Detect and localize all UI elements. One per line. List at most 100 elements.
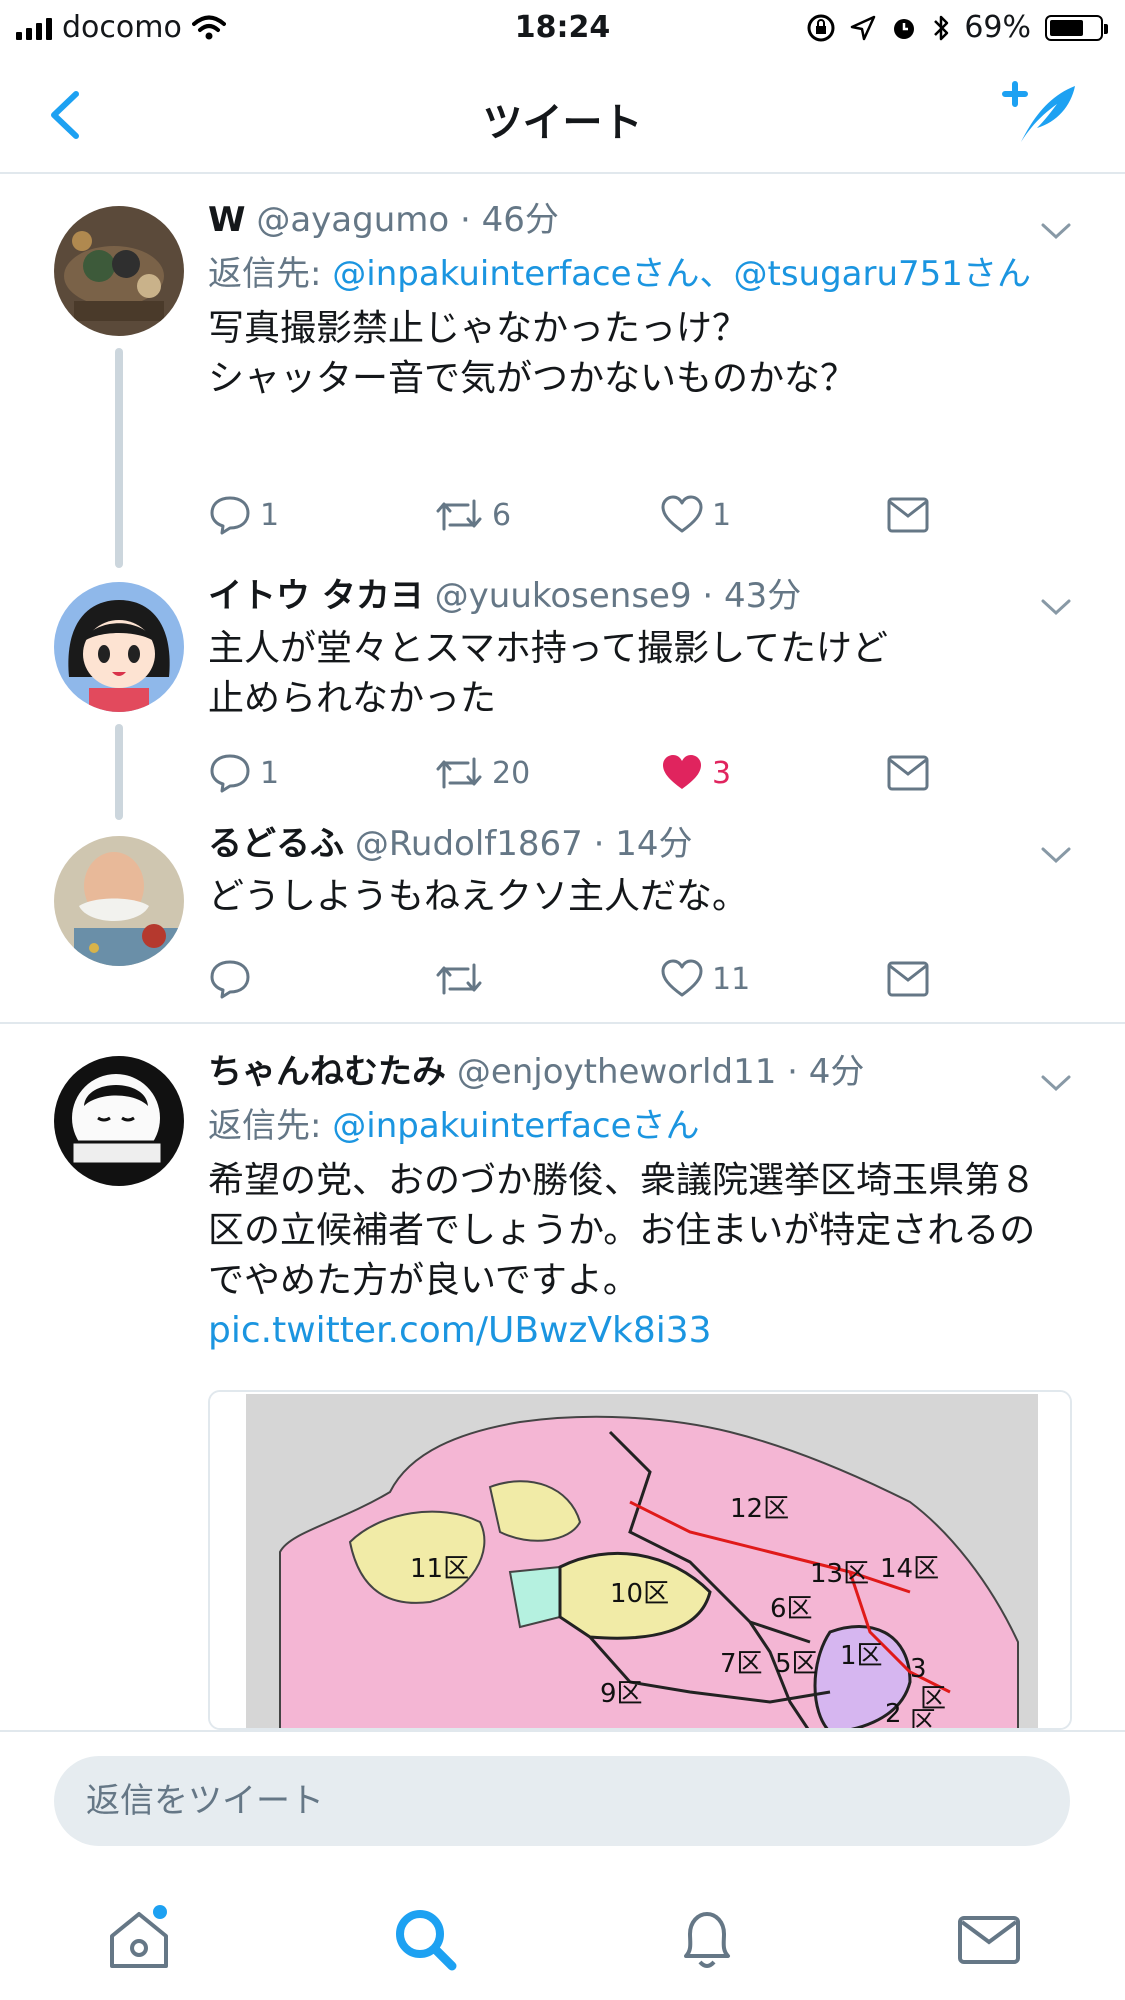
mail-icon	[887, 961, 929, 997]
tweet-text-content: 希望の党、おのづか勝俊、衆議院選挙区埼玉県第８区の立候補者でしょうか。お住まいが…	[208, 1160, 1037, 1301]
status-bar: docomo 18:24 69%	[0, 0, 1125, 56]
search-icon[interactable]	[390, 1904, 460, 1974]
tweet-actions: 11	[208, 954, 1058, 1004]
location-icon	[851, 15, 876, 40]
display-name[interactable]: ちゃんねむたみ	[208, 1052, 446, 1092]
user-handle[interactable]: @ayagumo	[256, 200, 449, 240]
district-label: 12区	[730, 1494, 789, 1524]
status-right: 69%	[806, 10, 1108, 45]
tweet-divider	[0, 1022, 1125, 1024]
notifications-icon[interactable]	[672, 1904, 742, 1974]
district-label: 10区	[610, 1579, 669, 1609]
avatar[interactable]	[54, 1056, 184, 1186]
user-handle[interactable]: @yuukosense9	[435, 576, 692, 616]
tweet-image[interactable]: 12区 11区 10区 13区 14区 6区 7区 5区 1区 9区 3 区 2…	[208, 1390, 1072, 1730]
retweet-icon	[436, 499, 482, 531]
display-name[interactable]: イトウ タカヨ	[208, 576, 424, 616]
chevron-down-icon[interactable]	[1039, 220, 1073, 242]
reply-icon	[210, 754, 250, 793]
reply-count: 1	[260, 755, 280, 791]
direct-message-button[interactable]	[886, 748, 930, 798]
tweet-header: イトウ タカヨ @yuukosense9 · 43分	[208, 572, 1058, 620]
tweet-content: るどるふ @Rudolf1867 · 14分 どうしようもねえクソ主人だな。	[208, 820, 1058, 922]
avatar[interactable]	[54, 206, 184, 336]
like-button[interactable]: 11	[660, 954, 750, 1004]
district-label: 2	[885, 1699, 902, 1729]
thread-line	[115, 348, 123, 568]
like-button[interactable]: 3	[660, 748, 731, 798]
reply-mentions[interactable]: @inpakuinterfaceさん、@tsugaru751さん	[332, 254, 1031, 294]
district-label: 14区	[880, 1554, 939, 1584]
retweet-count: 6	[492, 497, 512, 533]
reply-bar: 返信をツイート	[0, 1730, 1125, 1860]
home-icon[interactable]	[104, 1904, 174, 1974]
heart-filled-icon	[663, 755, 701, 789]
tweet-content: イトウ タカヨ @yuukosense9 · 43分 主人が堂々とスマホ持って撮…	[208, 572, 1058, 724]
like-button[interactable]: 1	[660, 490, 731, 540]
retweet-icon	[436, 757, 482, 789]
reply-button[interactable]: 1	[208, 490, 279, 540]
heart-icon	[661, 959, 703, 997]
chevron-down-icon[interactable]	[1039, 596, 1073, 618]
alarm-icon	[894, 18, 915, 39]
reply-to-prefix: 返信先:	[208, 254, 333, 294]
reply-icon	[210, 960, 250, 999]
avatar-image	[54, 836, 184, 966]
chevron-down-icon[interactable]	[1039, 1072, 1073, 1094]
display-name[interactable]: W	[208, 200, 246, 240]
reply-to-prefix: 返信先:	[208, 1106, 333, 1146]
retweet-count: 20	[492, 755, 531, 791]
direct-message-button[interactable]	[886, 954, 930, 1004]
retweet-icon	[436, 963, 482, 995]
tweet[interactable]: W @ayagumo · 46分 返信先: @inpakuinterfaceさん…	[0, 176, 1125, 576]
district-label: 13区	[810, 1559, 869, 1589]
district-label: 5区	[775, 1649, 818, 1679]
district-label: 9区	[600, 1679, 643, 1709]
district-label: 7区	[720, 1649, 763, 1679]
retweet-button[interactable]	[434, 954, 492, 1004]
tweet-actions: 1 20 3	[208, 748, 1058, 798]
user-handle[interactable]: @enjoytheworld11	[457, 1052, 777, 1092]
reply-button[interactable]	[208, 954, 260, 1004]
compose-tweet-icon[interactable]	[1001, 78, 1081, 148]
thread-line	[115, 724, 123, 820]
tweet-text: 希望の党、おのづか勝俊、衆議院選挙区埼玉県第８区の立候補者でしょうか。お住まいが…	[208, 1156, 1058, 1356]
direct-message-button[interactable]	[886, 490, 930, 540]
reply-input[interactable]: 返信をツイート	[54, 1756, 1070, 1846]
tweet[interactable]: るどるふ @Rudolf1867 · 14分 どうしようもねえクソ主人だな。 1…	[0, 824, 1125, 1024]
tweet-text: 写真撮影禁止じゃなかったっけ？ シャッター音で気がつかないものかな？	[208, 308, 857, 399]
mail-icon	[887, 497, 929, 533]
avatar[interactable]	[54, 836, 184, 966]
avatar-image	[54, 1056, 184, 1186]
tweet-link[interactable]: pic.twitter.com/UBwzVk8i33	[208, 1310, 712, 1351]
page-title: ツイート	[482, 100, 643, 146]
reply-to: 返信先: @inpakuinterfaceさん、@tsugaru751さん	[208, 248, 1058, 300]
timestamp: · 43分	[702, 576, 802, 616]
reply-to: 返信先: @inpakuinterfaceさん	[208, 1100, 1058, 1152]
display-name[interactable]: るどるふ	[208, 824, 344, 864]
mail-icon	[887, 755, 929, 791]
tweet-content: ちゃんねむたみ @enjoytheworld11 · 4分 返信先: @inpa…	[208, 1048, 1058, 1356]
timestamp: · 4分	[787, 1052, 865, 1092]
district-label: 区	[910, 1707, 936, 1730]
reply-count: 1	[260, 497, 280, 533]
battery-icon	[1045, 14, 1108, 41]
like-count: 11	[712, 961, 751, 997]
reply-mentions[interactable]: @inpakuinterfaceさん	[332, 1106, 699, 1146]
battery-fill	[1050, 19, 1084, 36]
chevron-down-icon[interactable]	[1039, 844, 1073, 866]
retweet-button[interactable]: 20	[434, 748, 530, 798]
avatar[interactable]	[54, 582, 184, 712]
tweet-header: るどるふ @Rudolf1867 · 14分	[208, 820, 1058, 868]
district-map: 12区 11区 10区 13区 14区 6区 7区 5区 1区 9区 3 区 2…	[210, 1392, 1070, 1730]
district-label: 3	[910, 1654, 927, 1684]
tweet[interactable]: イトウ タカヨ @yuukosense9 · 43分 主人が堂々とスマホ持って撮…	[0, 576, 1125, 824]
like-count: 3	[712, 755, 732, 791]
like-count: 1	[712, 497, 732, 533]
user-handle[interactable]: @Rudolf1867	[355, 824, 583, 864]
tweet-text: 主人が堂々とスマホ持って撮影してたけど 止められなかった	[208, 628, 889, 719]
notification-dot	[153, 1905, 167, 1919]
retweet-button[interactable]: 6	[434, 490, 511, 540]
messages-icon[interactable]	[954, 1904, 1024, 1974]
reply-button[interactable]: 1	[208, 748, 279, 798]
